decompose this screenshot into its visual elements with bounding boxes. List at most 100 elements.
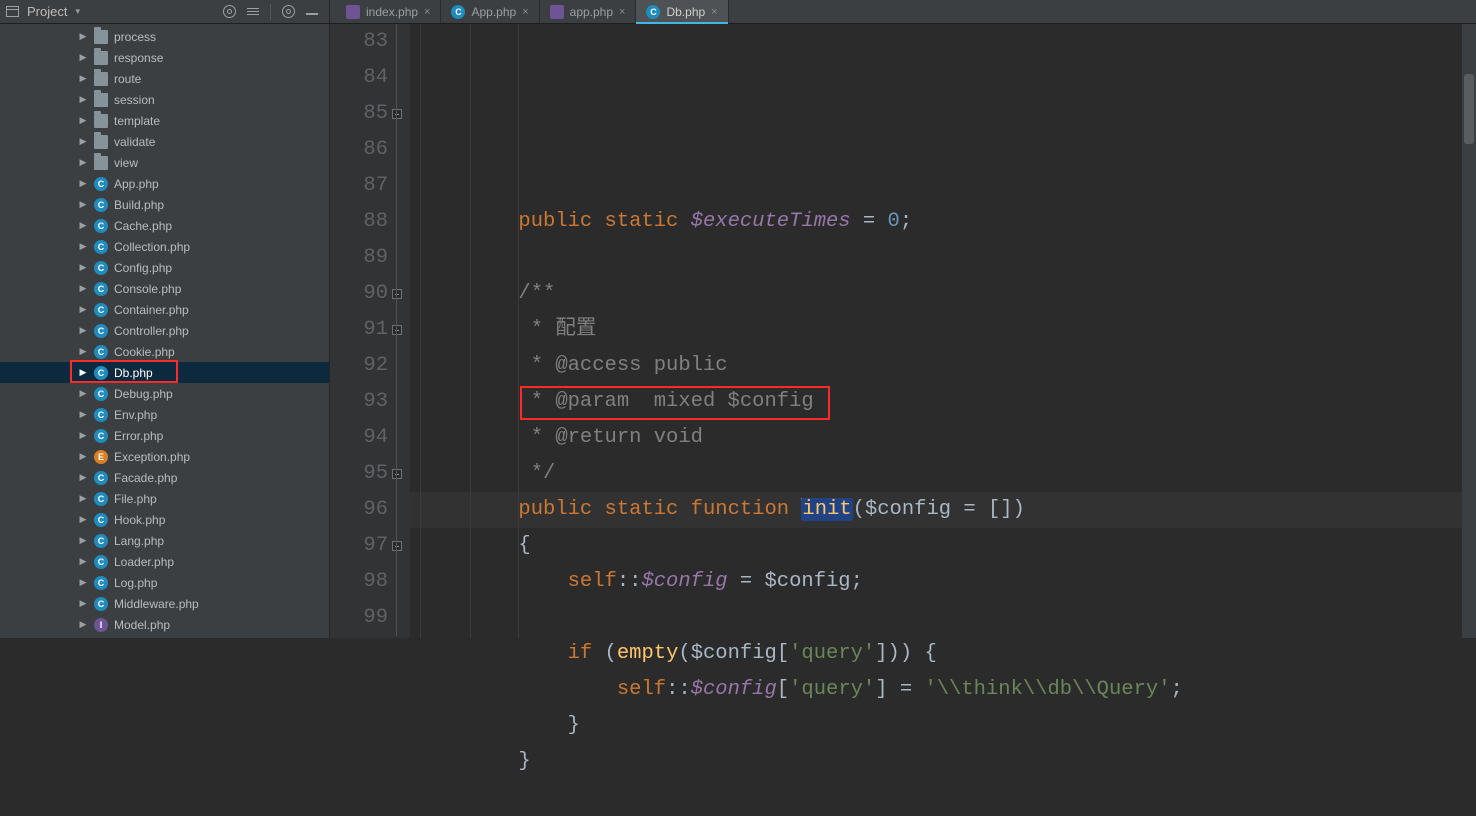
tree-item[interactable]: ▶view bbox=[0, 152, 329, 173]
code-line[interactable]: */ bbox=[410, 456, 1462, 492]
gear-icon[interactable] bbox=[281, 5, 295, 19]
tree-item[interactable]: ▶Cookie.php bbox=[0, 341, 329, 362]
code-line[interactable]: public static $executeTimes = 0; bbox=[410, 204, 1462, 240]
tree-item[interactable]: ▶route bbox=[0, 68, 329, 89]
code-line[interactable]: if (empty($config['query'])) { bbox=[410, 636, 1462, 672]
tree-item[interactable]: ▶Error.php bbox=[0, 425, 329, 446]
expand-arrow-icon[interactable]: ▶ bbox=[78, 514, 88, 525]
fold-toggle-icon[interactable] bbox=[392, 289, 402, 299]
tree-item[interactable]: ▶App.php bbox=[0, 173, 329, 194]
expand-arrow-icon[interactable]: ▶ bbox=[78, 367, 88, 378]
expand-arrow-icon[interactable]: ▶ bbox=[78, 262, 88, 273]
code-line[interactable]: public static function init($config = []… bbox=[410, 492, 1462, 528]
expand-arrow-icon[interactable]: ▶ bbox=[78, 31, 88, 42]
vertical-scrollbar[interactable] bbox=[1462, 24, 1476, 638]
expand-arrow-icon[interactable]: ▶ bbox=[78, 430, 88, 441]
php-file-icon bbox=[550, 5, 564, 19]
tree-item[interactable]: ▶Facade.php bbox=[0, 467, 329, 488]
code-line[interactable]: self::$config = $config; bbox=[410, 564, 1462, 600]
expand-arrow-icon[interactable]: ▶ bbox=[78, 52, 88, 63]
expand-arrow-icon[interactable]: ▶ bbox=[78, 283, 88, 294]
expand-arrow-icon[interactable]: ▶ bbox=[78, 577, 88, 588]
tree-item[interactable]: ▶Env.php bbox=[0, 404, 329, 425]
expand-arrow-icon[interactable]: ▶ bbox=[78, 241, 88, 252]
expand-arrow-icon[interactable]: ▶ bbox=[78, 115, 88, 126]
tree-item[interactable]: ▶Controller.php bbox=[0, 320, 329, 341]
tree-item[interactable]: ▶session bbox=[0, 89, 329, 110]
code-line[interactable] bbox=[410, 240, 1462, 276]
tree-item[interactable]: ▶Loader.php bbox=[0, 551, 329, 572]
fold-column[interactable] bbox=[392, 24, 404, 638]
project-toolbar-left[interactable]: Project ▾ bbox=[6, 2, 80, 21]
expand-arrow-icon[interactable]: ▶ bbox=[78, 619, 88, 630]
expand-arrow-icon[interactable]: ▶ bbox=[78, 73, 88, 84]
tree-item[interactable]: ▶Cache.php bbox=[0, 215, 329, 236]
expand-arrow-icon[interactable]: ▶ bbox=[78, 136, 88, 147]
code-line[interactable]: } bbox=[410, 744, 1462, 780]
locate-icon[interactable] bbox=[222, 5, 236, 19]
tree-item[interactable]: ▶Console.php bbox=[0, 278, 329, 299]
expand-arrow-icon[interactable]: ▶ bbox=[78, 325, 88, 336]
expand-arrow-icon[interactable]: ▶ bbox=[78, 157, 88, 168]
code-line[interactable]: /** bbox=[410, 276, 1462, 312]
code-line[interactable]: * @return void bbox=[410, 420, 1462, 456]
code-area[interactable]: public static $executeTimes = 0; /** * 配… bbox=[410, 24, 1462, 638]
fold-toggle-icon[interactable] bbox=[392, 469, 402, 479]
code-line[interactable] bbox=[410, 600, 1462, 636]
tree-item[interactable]: ▶Debug.php bbox=[0, 383, 329, 404]
editor-tab[interactable]: Db.php× bbox=[636, 0, 728, 23]
fold-toggle-icon[interactable] bbox=[392, 109, 402, 119]
close-icon[interactable]: × bbox=[522, 6, 528, 18]
expand-arrow-icon[interactable]: ▶ bbox=[78, 220, 88, 231]
tree-item[interactable]: ▶Config.php bbox=[0, 257, 329, 278]
expand-arrow-icon[interactable]: ▶ bbox=[78, 472, 88, 483]
hide-panel-icon[interactable] bbox=[305, 5, 319, 19]
code-line[interactable]: * @access public bbox=[410, 348, 1462, 384]
scrollbar-thumb[interactable] bbox=[1464, 74, 1474, 144]
code-line[interactable] bbox=[410, 780, 1462, 816]
tree-item[interactable]: ▶Db.php bbox=[0, 362, 329, 383]
tree-item[interactable]: ▶Middleware.php bbox=[0, 593, 329, 614]
tree-item[interactable]: ▶Exception.php bbox=[0, 446, 329, 467]
tree-item[interactable]: ▶Build.php bbox=[0, 194, 329, 215]
expand-arrow-icon[interactable]: ▶ bbox=[78, 388, 88, 399]
expand-arrow-icon[interactable]: ▶ bbox=[78, 493, 88, 504]
expand-arrow-icon[interactable]: ▶ bbox=[78, 409, 88, 420]
expand-arrow-icon[interactable]: ▶ bbox=[78, 556, 88, 567]
expand-arrow-icon[interactable]: ▶ bbox=[78, 304, 88, 315]
project-tree[interactable]: ▶process▶response▶route▶session▶template… bbox=[0, 24, 329, 635]
expand-arrow-icon[interactable]: ▶ bbox=[78, 199, 88, 210]
code-line[interactable]: * 配置 bbox=[410, 312, 1462, 348]
code-line[interactable]: * @param mixed $config bbox=[410, 384, 1462, 420]
code-editor[interactable]: 8384858687888990919293949596979899 publi… bbox=[330, 24, 1476, 638]
expand-arrow-icon[interactable]: ▶ bbox=[78, 535, 88, 546]
tree-item[interactable]: ▶Model.php bbox=[0, 614, 329, 635]
tree-item[interactable]: ▶response bbox=[0, 47, 329, 68]
tree-item[interactable]: ▶template bbox=[0, 110, 329, 131]
tree-item[interactable]: ▶Log.php bbox=[0, 572, 329, 593]
expand-arrow-icon[interactable]: ▶ bbox=[78, 598, 88, 609]
editor-tab[interactable]: index.php× bbox=[336, 0, 441, 23]
tree-item[interactable]: ▶Container.php bbox=[0, 299, 329, 320]
fold-toggle-icon[interactable] bbox=[392, 325, 402, 335]
fold-toggle-icon[interactable] bbox=[392, 541, 402, 551]
tree-item[interactable]: ▶File.php bbox=[0, 488, 329, 509]
code-line[interactable]: self::$config['query'] = '\\think\\db\\Q… bbox=[410, 672, 1462, 708]
expand-arrow-icon[interactable]: ▶ bbox=[78, 346, 88, 357]
code-line[interactable]: { bbox=[410, 528, 1462, 564]
editor-tab[interactable]: app.php× bbox=[540, 0, 637, 23]
tree-item[interactable]: ▶Collection.php bbox=[0, 236, 329, 257]
tree-item[interactable]: ▶Lang.php bbox=[0, 530, 329, 551]
close-icon[interactable]: × bbox=[711, 6, 717, 18]
code-line[interactable]: } bbox=[410, 708, 1462, 744]
tree-item[interactable]: ▶Hook.php bbox=[0, 509, 329, 530]
tree-item[interactable]: ▶validate bbox=[0, 131, 329, 152]
collapse-all-icon[interactable] bbox=[246, 5, 260, 19]
expand-arrow-icon[interactable]: ▶ bbox=[78, 451, 88, 462]
close-icon[interactable]: × bbox=[619, 6, 625, 18]
editor-tab[interactable]: App.php× bbox=[441, 0, 539, 23]
expand-arrow-icon[interactable]: ▶ bbox=[78, 178, 88, 189]
close-icon[interactable]: × bbox=[424, 6, 430, 18]
tree-item[interactable]: ▶process bbox=[0, 26, 329, 47]
expand-arrow-icon[interactable]: ▶ bbox=[78, 94, 88, 105]
